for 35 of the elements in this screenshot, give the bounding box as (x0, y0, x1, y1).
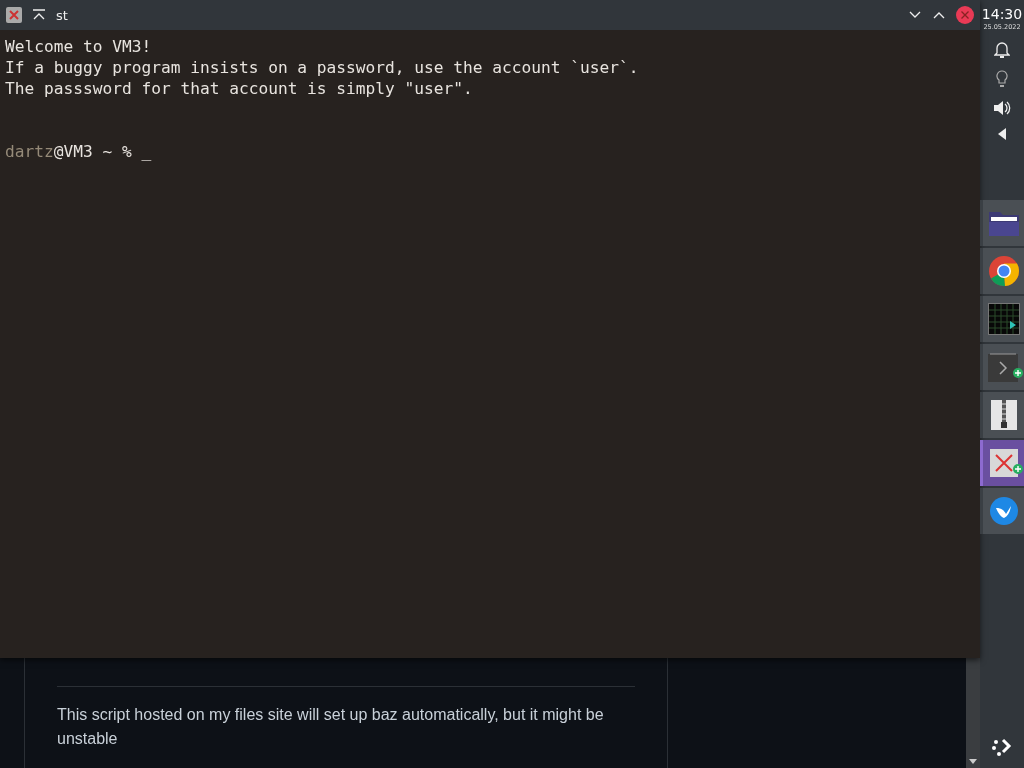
dock-item[interactable] (980, 440, 1024, 486)
lightbulb-icon[interactable] (996, 70, 1008, 88)
window-title: st (56, 7, 68, 23)
dock-item[interactable] (980, 488, 1024, 534)
prompt-host: @VM3 ~ % (53, 141, 132, 162)
page-paragraph: This script hosted on my files site will set up baz automatically, but it might be unstable (57, 705, 605, 749)
maximize-icon[interactable] (932, 10, 946, 20)
minimize-icon[interactable] (908, 10, 922, 20)
dock-item[interactable] (980, 392, 1024, 438)
terminal-line: The passsword for that account is simply "user". (5, 78, 474, 99)
dock-item[interactable] (980, 248, 1024, 294)
archive-icon (990, 400, 1017, 430)
folder-icon (987, 209, 1020, 237)
close-icon[interactable] (956, 6, 974, 24)
plus-badge-icon (1013, 464, 1023, 474)
expand-tray-icon[interactable] (998, 128, 1006, 140)
terminal-line: If a buggy program insists on a password, use the account `user`. (5, 57, 640, 78)
plus-badge-icon (1013, 368, 1023, 378)
dock-item[interactable] (980, 296, 1024, 342)
speaker-icon[interactable] (993, 100, 1011, 116)
keep-above-icon[interactable] (32, 9, 46, 21)
terminal-icon (987, 352, 1020, 382)
app-icon (6, 7, 22, 23)
x-window-icon (989, 449, 1018, 477)
clock-time[interactable]: 14:30 (981, 6, 1023, 22)
prompt-user: dartz (5, 141, 54, 162)
terminal-area[interactable]: Welcome to VM3! If a buggy program insists on a password, use the account `user`. The passsword for that account is simply "user". dartz@VM3 ~ % _ (0, 30, 980, 658)
dock-item[interactable] (980, 200, 1024, 246)
bell-icon[interactable] (994, 41, 1010, 58)
cursor: _ (141, 141, 152, 162)
scroll-down-icon[interactable] (969, 759, 977, 764)
scrollbar[interactable] (966, 658, 980, 768)
browser-icon (987, 255, 1020, 287)
monitor-grid-icon (987, 303, 1020, 335)
terminal-line: Welcome to VM3! (5, 36, 153, 57)
